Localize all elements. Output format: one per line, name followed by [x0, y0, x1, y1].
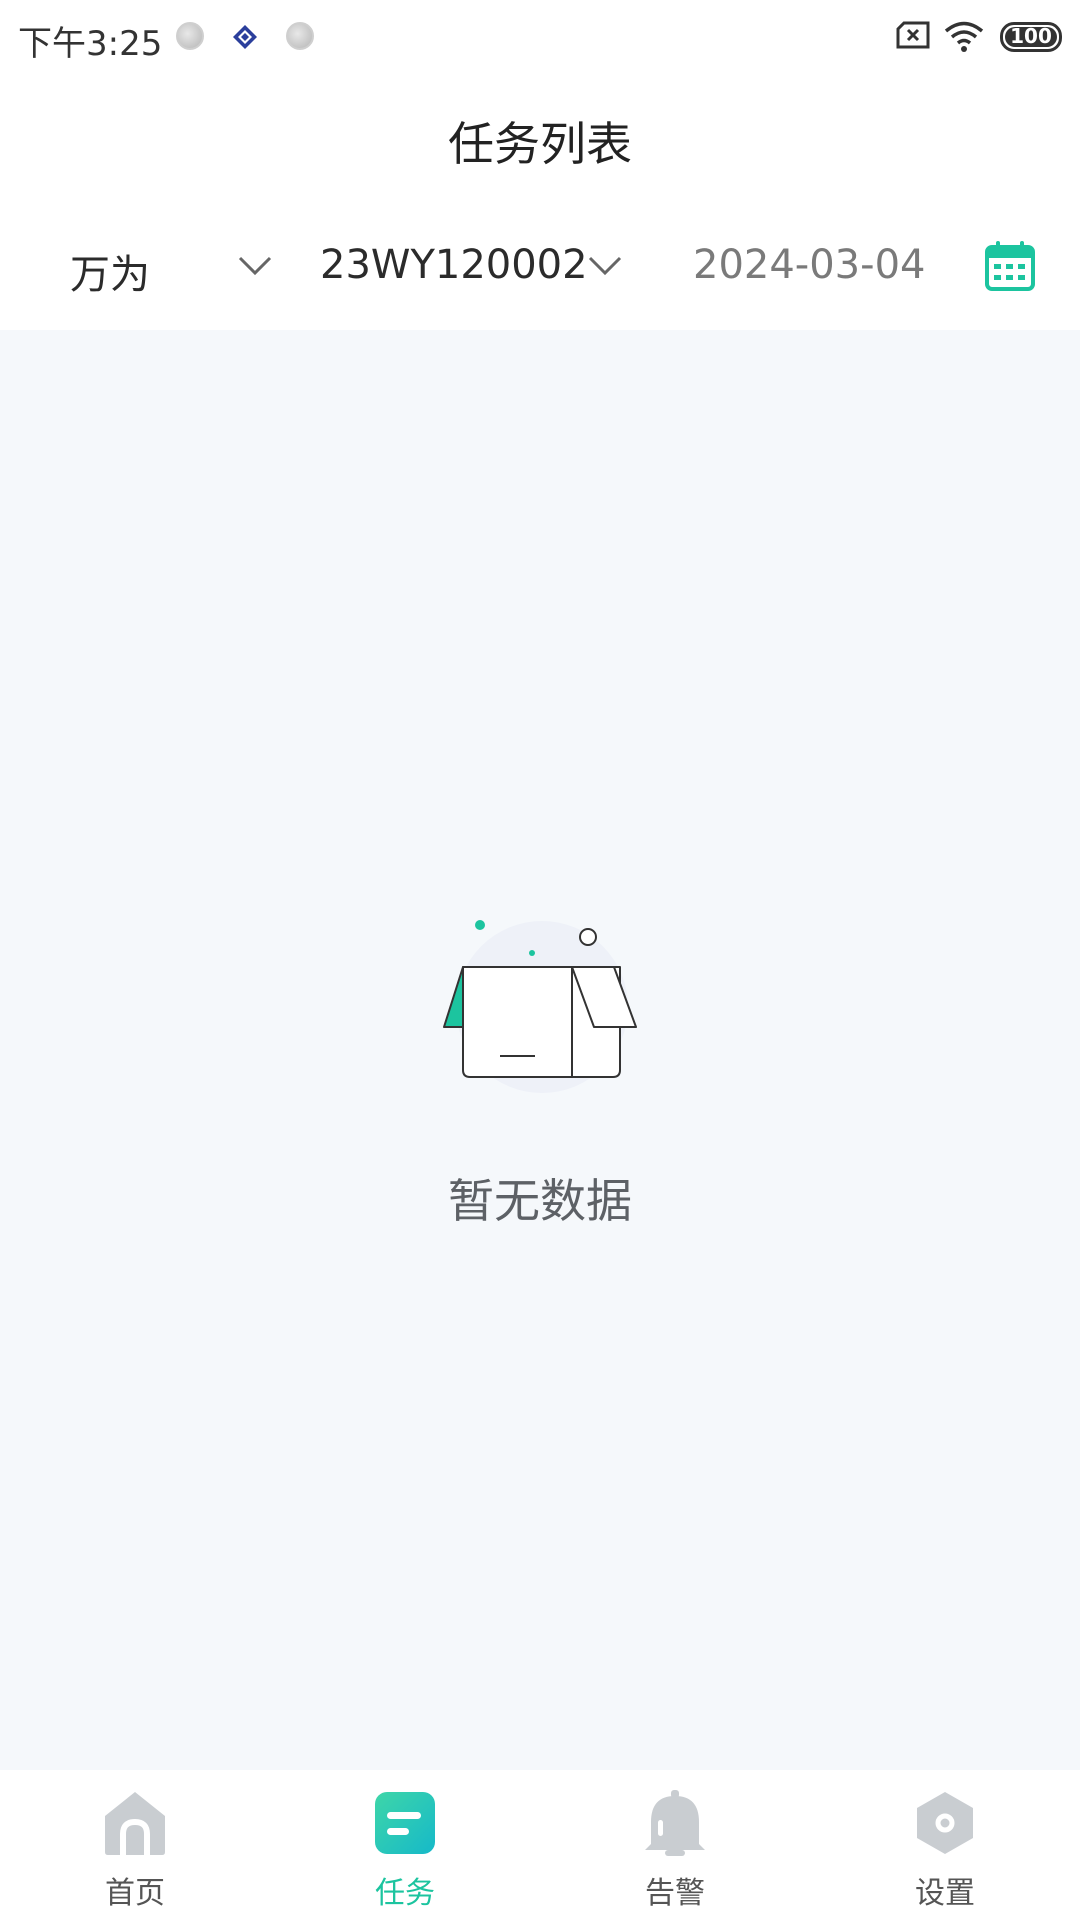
nav-item-settings[interactable]: 设置: [810, 1770, 1080, 1920]
bottom-nav: 首页 任务 告警 设置: [0, 1770, 1080, 1920]
page-title: 任务列表: [448, 117, 632, 171]
nav-item-tasks[interactable]: 任务: [270, 1770, 540, 1920]
status-time: 下午3:25: [18, 24, 163, 64]
date-value: 2024-03-04: [693, 242, 926, 288]
device-select-value: 23WY120002: [320, 242, 588, 288]
nav-label-settings: 设置: [915, 1876, 975, 1911]
status-bar: 下午3:25 100: [0, 0, 1080, 72]
nav-item-alarms[interactable]: 告警: [540, 1770, 810, 1920]
notification-dot-icon: [286, 22, 314, 50]
app-notification-icon: [233, 25, 257, 49]
nav-label-home: 首页: [105, 1876, 165, 1911]
device-select[interactable]: 23WY120002: [300, 202, 640, 330]
company-select-value: 万为: [70, 252, 150, 298]
bell-icon: [645, 1790, 705, 1856]
chevron-down-icon: [238, 256, 272, 276]
home-icon: [105, 1792, 165, 1855]
nav-label-alarms: 告警: [645, 1876, 705, 1911]
empty-box-icon: [443, 920, 637, 1093]
nav-label-tasks: 任务: [375, 1876, 435, 1911]
header: 任务列表: [0, 72, 1080, 202]
filter-bar: 万为 23WY120002 2024-03-04: [0, 202, 1080, 330]
wifi-icon: [944, 21, 984, 52]
nav-item-home[interactable]: 首页: [0, 1770, 270, 1920]
notification-dot-icon: [176, 22, 204, 50]
chevron-down-icon: [588, 256, 622, 276]
company-select[interactable]: 万为: [0, 202, 300, 330]
battery-icon: 100: [1000, 22, 1062, 52]
battery-level: 100: [1010, 24, 1052, 48]
date-picker[interactable]: 2024-03-04: [660, 202, 1060, 330]
sim-disabled-icon: [896, 21, 930, 49]
empty-state-message: 暂无数据: [448, 1174, 632, 1228]
gear-icon: [917, 1792, 973, 1854]
task-icon: [375, 1792, 435, 1854]
calendar-icon: [985, 241, 1035, 291]
